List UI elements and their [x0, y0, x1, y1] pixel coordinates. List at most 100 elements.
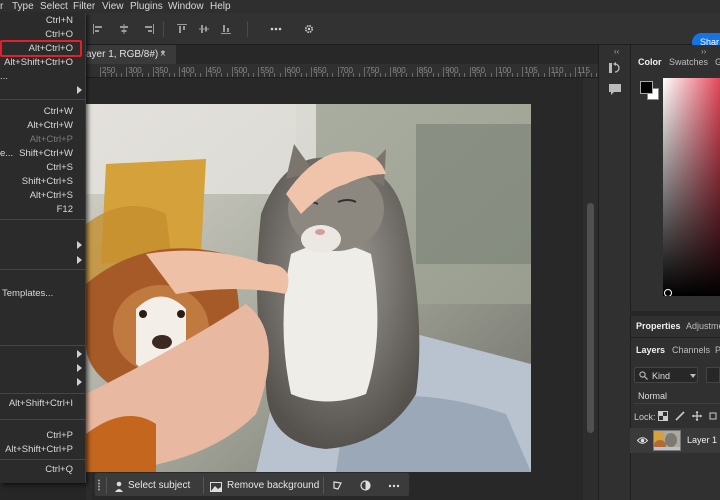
close-tab-icon[interactable]: ×	[160, 45, 166, 64]
ruler-minor-tick	[448, 73, 450, 77]
more-options-icon[interactable]	[388, 476, 402, 495]
eye-icon[interactable]	[636, 436, 649, 445]
menu-item-open-recent[interactable]	[0, 84, 86, 98]
menu-item-open-as[interactable]: Alt+Shift+Ctrl+O	[0, 56, 86, 70]
ruler-minor-tick	[485, 73, 487, 77]
tab-gradients[interactable]: Gr	[715, 57, 720, 67]
menu-item-open-as-smart-object[interactable]: ...	[0, 70, 86, 84]
lock-artboard-icon[interactable]	[708, 411, 718, 421]
menu-item-package[interactable]	[0, 376, 86, 390]
layer-filter-kind-select[interactable]: Kind	[634, 367, 698, 383]
ruler-label: 100	[498, 66, 512, 75]
ruler-minor-tick	[316, 73, 318, 77]
menu-item-view[interactable]: View	[102, 1, 124, 12]
tab-channels[interactable]: Channels	[672, 345, 710, 355]
ruler-tick	[311, 67, 313, 77]
menu-divider	[0, 345, 86, 346]
menu-item-close-all[interactable]: Alt+Ctrl+W	[0, 119, 86, 133]
remove-background-button[interactable]: Remove background	[210, 476, 325, 495]
ruler-label: 800	[392, 66, 406, 75]
ruler-minor-tick	[247, 73, 249, 77]
menu-item-place-embedded[interactable]	[0, 348, 86, 362]
lock-transparent-pixels-icon[interactable]	[658, 411, 668, 421]
menu-item-type[interactable]: Type	[12, 1, 34, 12]
tab-paths[interactable]: P	[715, 345, 720, 355]
menu-item-close[interactable]: Ctrl+W	[0, 105, 86, 119]
layer-filter-image-icon[interactable]	[706, 367, 720, 383]
menu-item-plugins[interactable]: Plugins	[130, 1, 163, 12]
tab-layers[interactable]: Layers	[636, 345, 665, 355]
horizontal-ruler: 250 300 350 400 450 500 550 600 650 700 750 800 850 9…	[86, 64, 624, 78]
menu-item-exit[interactable]: Ctrl+Q	[0, 463, 86, 477]
menu-item-export[interactable]	[0, 239, 86, 253]
tab-adjustments[interactable]: Adjustme	[686, 321, 720, 331]
menu-item-save[interactable]: Ctrl+S	[0, 161, 86, 175]
shortcut-save-as: Shift+Ctrl+S	[21, 176, 73, 187]
tab-properties[interactable]: Properties	[636, 321, 681, 331]
adjustment-circle-icon[interactable]	[360, 476, 372, 495]
menu-item-edit[interactable]: r	[0, 1, 3, 12]
color-picker-field[interactable]	[663, 78, 720, 297]
align-left-edges-icon[interactable]	[92, 23, 104, 35]
ruler-minor-tick	[543, 73, 545, 77]
canvas-photo-cat-and-dog[interactable]	[86, 104, 531, 472]
divider	[323, 477, 324, 494]
ruler-minor-tick	[189, 73, 191, 77]
menu-item-place-linked[interactable]	[0, 362, 86, 376]
menu-divider	[0, 219, 86, 220]
ruler-label: 950	[471, 66, 485, 75]
menu-item-print[interactable]: Ctrl+P	[0, 429, 86, 443]
lock-image-pixels-icon[interactable]	[675, 411, 685, 421]
shortcut-save: Ctrl+S	[46, 162, 73, 173]
menu-item-print-one-copy[interactable]: Alt+Shift+Ctrl+P	[0, 443, 86, 457]
ruler-tick	[416, 67, 418, 77]
menu-item-revert[interactable]: F12	[0, 203, 86, 217]
menu-item-templates[interactable]: Templates...	[0, 287, 86, 301]
align-right-edges-icon[interactable]	[143, 23, 155, 35]
history-icon[interactable]	[607, 61, 623, 75]
menu-item-save-as[interactable]: Shift+Ctrl+S	[0, 175, 86, 189]
align-top-edges-icon[interactable]	[176, 23, 188, 35]
drag-handle-icon[interactable]	[97, 479, 101, 492]
person-icon	[114, 480, 124, 492]
menu-item-window[interactable]: Window	[168, 1, 204, 12]
menu-item-help[interactable]: Help	[210, 1, 231, 12]
ruler-minor-tick	[406, 73, 408, 77]
menu-item-filter[interactable]: Filter	[73, 1, 95, 12]
blend-mode-select[interactable]: Normal	[634, 389, 720, 404]
tab-color[interactable]: Color	[638, 57, 662, 67]
ruler-minor-tick	[591, 73, 593, 77]
more-options-icon[interactable]	[270, 23, 282, 35]
menu-item-save-a-copy[interactable]: Alt+Ctrl+S	[0, 189, 86, 203]
menu-item-close-and-go-to-bridge[interactable]: e... Shift+Ctrl+W	[0, 147, 86, 161]
align-bottom-edges-icon[interactable]	[220, 23, 232, 35]
file-menu-dropdown: Ctrl+N Ctrl+O Alt+Ctrl+O Alt+Shift+Ctrl+…	[0, 13, 86, 483]
options-bar: Shar	[0, 13, 720, 52]
ruler-minor-tick	[163, 73, 165, 77]
select-subject-button[interactable]: Select subject	[114, 476, 204, 495]
align-horizontal-centers-icon[interactable]	[118, 23, 130, 35]
menu-item-generate[interactable]	[0, 254, 86, 268]
gear-icon[interactable]	[303, 23, 315, 35]
scrollbar-thumb[interactable]	[587, 203, 594, 433]
layer-row[interactable]: Layer 1	[630, 428, 720, 453]
lasso-icon[interactable]	[332, 476, 344, 495]
ruler-label: 110	[550, 66, 564, 75]
ruler-minor-tick	[253, 73, 255, 77]
ruler-minor-tick	[237, 73, 239, 77]
ruler-tick	[469, 67, 471, 77]
ruler-minor-tick	[200, 73, 202, 77]
comments-icon[interactable]	[608, 83, 622, 96]
ruler-minor-tick	[115, 73, 117, 77]
menu-divider	[0, 99, 86, 100]
collapse-icon[interactable]: ››	[701, 47, 706, 56]
menu-item-file-info[interactable]: Alt+Shift+Ctrl+I	[0, 397, 86, 411]
lock-position-icon[interactable]	[692, 411, 702, 421]
align-vertical-centers-icon[interactable]	[198, 23, 210, 35]
vertical-scrollbar[interactable]	[583, 78, 598, 500]
document-tab[interactable]: ayer 1, RGB/8#) * ×	[86, 45, 176, 64]
collapse-icon[interactable]: ‹‹	[614, 47, 619, 56]
tab-swatches[interactable]: Swatches	[669, 57, 708, 67]
menu-item-select[interactable]: Select	[40, 1, 68, 12]
menu-item-new[interactable]: Ctrl+N	[0, 14, 86, 28]
